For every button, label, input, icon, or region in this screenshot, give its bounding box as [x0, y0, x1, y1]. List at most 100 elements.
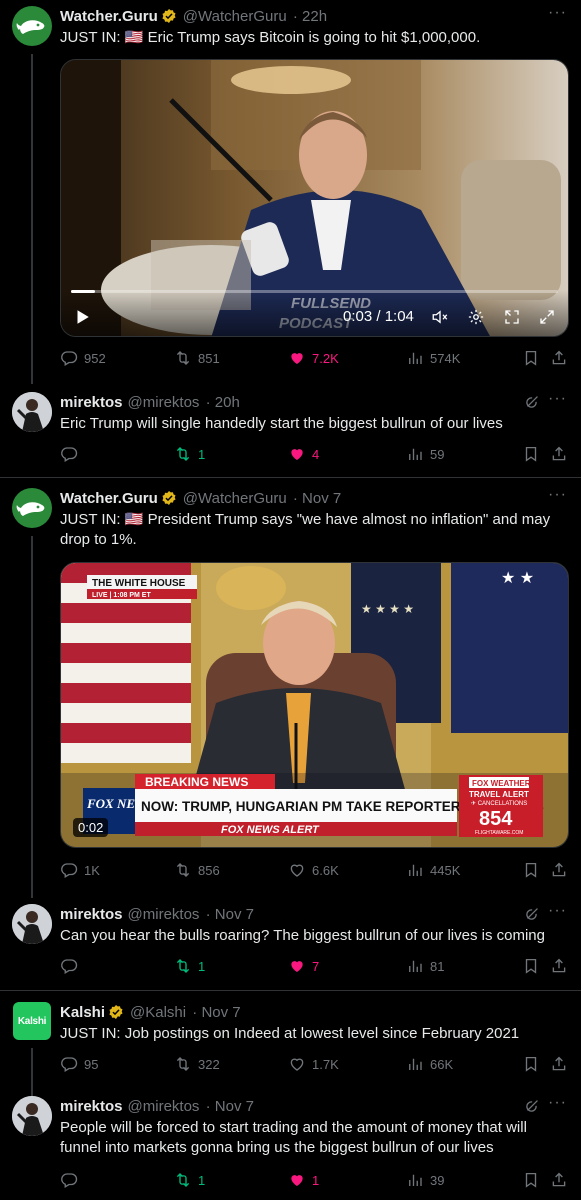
bookmark-button[interactable]	[522, 348, 540, 368]
display-name[interactable]: Watcher.Guru	[60, 490, 158, 507]
reply-button[interactable]	[60, 1170, 84, 1190]
tweet-actions: 1 7 81	[60, 956, 568, 976]
views-button[interactable]: 445K	[406, 860, 460, 880]
tweet[interactable]: Watcher.Guru @WatcherGuru · 22h ··· JUST…	[0, 0, 581, 380]
whale-logo-icon	[12, 6, 52, 46]
handle[interactable]: @mirektos	[128, 1098, 200, 1115]
avatar[interactable]	[12, 1096, 52, 1136]
share-button[interactable]	[550, 444, 568, 464]
reply-button[interactable]: 1K	[60, 860, 100, 880]
views-button[interactable]: 81	[406, 956, 444, 976]
share-button[interactable]	[550, 348, 568, 368]
bookmark-button[interactable]	[522, 860, 540, 880]
share-button[interactable]	[550, 1170, 568, 1190]
handle[interactable]: @mirektos	[128, 394, 200, 411]
like-button[interactable]: 7.2K	[288, 348, 339, 368]
bookmark-button[interactable]	[522, 956, 540, 976]
timestamp[interactable]: Nov 7	[215, 906, 254, 923]
like-button[interactable]: 7	[288, 956, 319, 976]
grok-icon[interactable]	[524, 905, 541, 922]
tweet[interactable]: mirektos @mirektos · Nov 7 ··· Can you h…	[0, 898, 581, 984]
avatar[interactable]	[12, 6, 52, 46]
views-button[interactable]: 66K	[406, 1054, 453, 1074]
settings-gear-icon[interactable]	[467, 308, 485, 326]
share-button[interactable]	[550, 956, 568, 976]
repost-button[interactable]: 1	[174, 956, 205, 976]
share-button[interactable]	[550, 1054, 568, 1074]
share-icon	[550, 445, 568, 463]
display-name[interactable]: mirektos	[60, 1098, 123, 1115]
repost-count: 856	[198, 862, 220, 878]
like-button[interactable]: 6.6K	[288, 860, 339, 880]
video-player[interactable]: ★ ★ ★ ★ ★ ★ THE WHITE HOUSE LIVE | 1:08 …	[60, 562, 569, 848]
timestamp[interactable]: 22h	[302, 8, 327, 25]
display-name[interactable]: Kalshi	[60, 1004, 105, 1021]
avatar-image	[12, 1096, 52, 1136]
view-count: 39	[430, 1172, 445, 1188]
tweet[interactable]: mirektos @mirektos · 20h ··· Eric Trump …	[0, 386, 581, 476]
handle[interactable]: @WatcherGuru	[183, 8, 287, 25]
repost-button[interactable]: 322	[174, 1054, 220, 1074]
display-name[interactable]: mirektos	[60, 906, 123, 923]
handle[interactable]: @Kalshi	[130, 1004, 186, 1021]
views-button[interactable]: 574K	[406, 348, 460, 368]
bookmark-button[interactable]	[522, 1170, 540, 1190]
more-options-icon[interactable]: ···	[548, 390, 567, 408]
weather-sub2: ✈ CANCELLATIONS	[471, 800, 527, 807]
tweet-header: Kalshi @Kalshi · Nov 7	[60, 1002, 569, 1022]
more-options-icon[interactable]: ···	[548, 4, 567, 22]
views-button[interactable]: 39	[406, 1170, 444, 1190]
like-button[interactable]: 4	[288, 444, 319, 464]
picture-in-picture-icon[interactable]	[503, 308, 521, 326]
repost-button[interactable]: 1	[174, 1170, 205, 1190]
tweet-text: JUST IN: Job postings on Indeed at lowes…	[60, 1025, 520, 1042]
mute-icon[interactable]	[431, 308, 449, 326]
repost-button[interactable]: 1	[174, 444, 205, 464]
tweet-text: JUST IN: 🇺🇸 Eric Trump says Bitcoin is g…	[60, 29, 481, 46]
divider	[0, 990, 581, 991]
fullscreen-icon[interactable]	[538, 308, 556, 326]
tweet-header: Watcher.Guru @WatcherGuru · 22h	[60, 6, 569, 26]
avatar[interactable]	[12, 904, 52, 944]
more-options-icon[interactable]: ···	[548, 902, 567, 920]
bookmark-button[interactable]	[522, 1054, 540, 1074]
timestamp[interactable]: Nov 7	[215, 1098, 254, 1115]
bookmark-icon	[522, 445, 540, 463]
repost-count: 1	[198, 446, 206, 462]
video-player[interactable]: FULLSEND PODCAST 0:03 / 1:04	[60, 59, 569, 337]
weather-src: FLIGHTAWARE.COM	[475, 830, 523, 836]
avatar[interactable]	[12, 488, 52, 528]
like-button[interactable]: 1.7K	[288, 1054, 339, 1074]
grok-icon[interactable]	[524, 393, 541, 410]
reply-button[interactable]: 952	[60, 348, 106, 368]
reply-button[interactable]: 95	[60, 1054, 98, 1074]
tweet[interactable]: Watcher.Guru @WatcherGuru · Nov 7 ··· JU…	[0, 482, 581, 892]
views-button[interactable]: 59	[406, 444, 444, 464]
avatar[interactable]	[12, 392, 52, 432]
like-count: 6.6K	[312, 862, 339, 878]
display-name[interactable]: mirektos	[60, 394, 123, 411]
video-progress-bar[interactable]	[71, 290, 558, 293]
share-icon	[550, 861, 568, 879]
play-icon[interactable]	[73, 308, 91, 326]
like-button[interactable]: 1	[288, 1170, 319, 1190]
more-options-icon[interactable]: ···	[548, 486, 567, 504]
timestamp[interactable]: Nov 7	[201, 1004, 240, 1021]
display-name[interactable]: Watcher.Guru	[60, 8, 158, 25]
share-button[interactable]	[550, 860, 568, 880]
timestamp[interactable]: Nov 7	[302, 490, 341, 507]
handle[interactable]: @mirektos	[128, 906, 200, 923]
reply-button[interactable]	[60, 444, 84, 464]
reply-button[interactable]	[60, 956, 84, 976]
grok-icon[interactable]	[524, 1097, 541, 1114]
bookmark-button[interactable]	[522, 444, 540, 464]
repost-button[interactable]: 851	[174, 348, 220, 368]
more-options-icon[interactable]: ···	[548, 1094, 567, 1112]
avatar[interactable]: Kalshi	[13, 1002, 51, 1040]
tweet[interactable]: Kalshi Kalshi @Kalshi · Nov 7 JUST IN: J…	[0, 996, 581, 1084]
tweet[interactable]: mirektos @mirektos · Nov 7 ··· People wi…	[0, 1092, 581, 1200]
timestamp[interactable]: 20h	[215, 394, 240, 411]
handle[interactable]: @WatcherGuru	[183, 490, 287, 507]
repost-button[interactable]: 856	[174, 860, 220, 880]
share-icon	[550, 957, 568, 975]
